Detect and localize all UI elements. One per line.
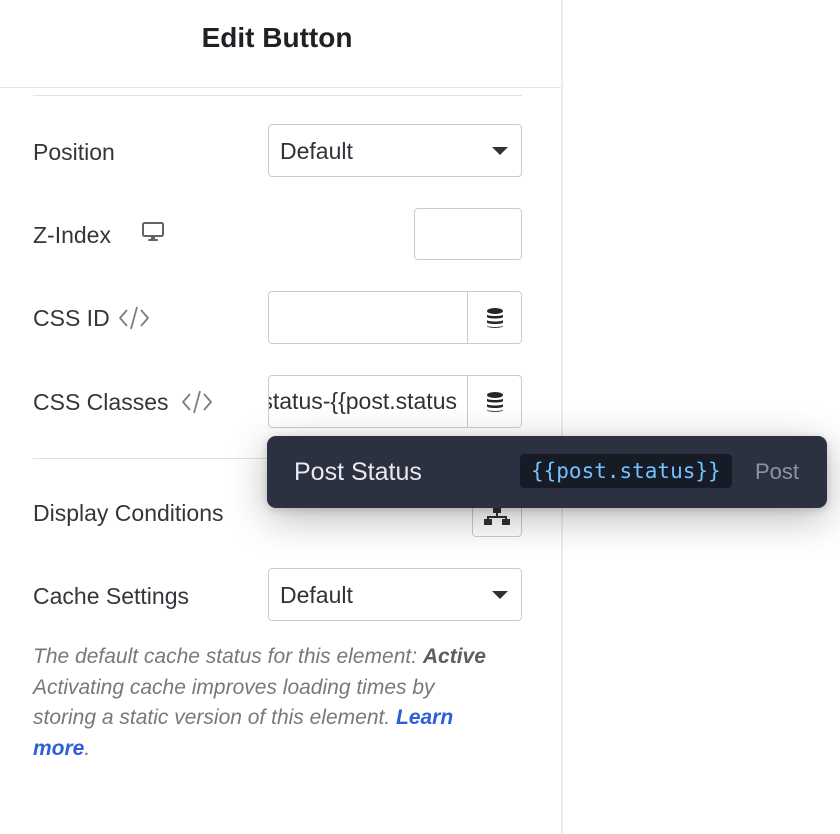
- chevron-down-icon: [492, 591, 508, 599]
- section-divider: [33, 95, 522, 96]
- display-conditions-label: Display Conditions: [33, 500, 224, 526]
- position-select[interactable]: Default: [268, 124, 522, 177]
- sitemap-icon: [484, 507, 510, 525]
- chevron-down-icon: [492, 147, 508, 155]
- database-icon: [486, 391, 503, 412]
- z-index-input[interactable]: [414, 208, 522, 260]
- z-index-label: Z-Index: [33, 222, 111, 248]
- preview-canvas: [565, 0, 840, 834]
- cache-help-text: The default cache status for this elemen…: [33, 642, 503, 764]
- panel-header: Edit Button: [0, 0, 561, 88]
- cache-settings-select[interactable]: Default: [268, 568, 522, 621]
- code-icon: [181, 388, 213, 421]
- help-suffix: .: [84, 736, 91, 760]
- css-id-input[interactable]: [268, 291, 468, 344]
- code-icon: [118, 304, 150, 337]
- database-icon: [486, 307, 503, 328]
- suggestion-title: Post Status: [294, 458, 422, 486]
- cache-settings-select-value: Default: [280, 582, 353, 608]
- help-body: Activating cache improves loading times …: [33, 675, 435, 730]
- cache-settings-label: Cache Settings: [33, 583, 189, 609]
- css-id-label: CSS ID: [33, 305, 110, 331]
- suggestion-tag: {{post.status}}: [520, 454, 732, 488]
- panel-title: Edit Button: [201, 22, 353, 53]
- help-prefix: The default cache status for this elemen…: [33, 645, 423, 668]
- cache-status: Active: [422, 645, 486, 668]
- edit-panel: Edit Button Position Default Z-Index CSS…: [0, 0, 563, 834]
- desktop-icon[interactable]: [141, 221, 165, 248]
- css-classes-label: CSS Classes: [33, 389, 169, 415]
- position-select-value: Default: [280, 138, 353, 164]
- suggestion-group: Post: [755, 459, 800, 484]
- css-classes-input[interactable]: status-{{post.status: [268, 375, 468, 428]
- css-classes-dynamic-data-button[interactable]: [467, 375, 522, 428]
- dynamic-data-suggestion[interactable]: Post Status {{post.status}} Post: [267, 436, 827, 508]
- css-classes-value: status-{{post.status: [268, 388, 457, 414]
- css-id-dynamic-data-button[interactable]: [467, 291, 522, 344]
- position-label: Position: [33, 139, 115, 165]
